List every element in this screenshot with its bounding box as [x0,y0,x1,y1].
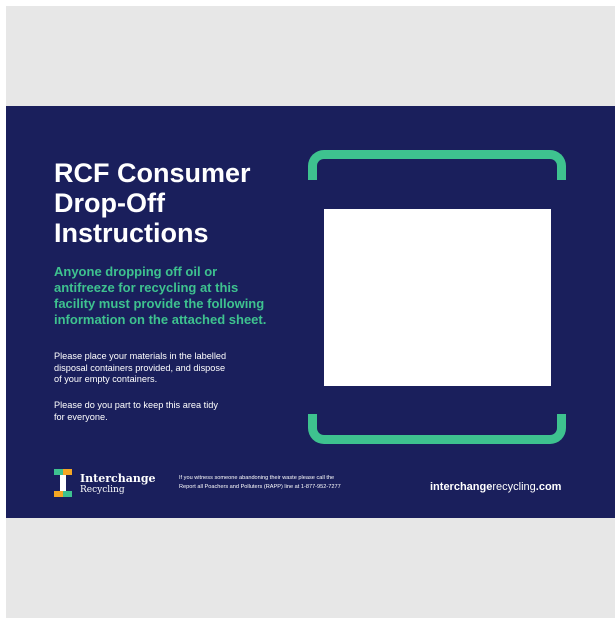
website-part: recycling [492,481,536,493]
paragraph-line: Please do you part to keep this area tid… [54,400,218,410]
title-line: Instructions [54,218,209,248]
title-line: Drop-Off [54,188,165,218]
paragraph-line: for everyone. [54,411,108,422]
drop-off-sign: RCF Consumer Drop-Off Instructions Anyon… [6,106,615,518]
note-line: Report all Poachers and Polluters (RAPP)… [179,484,341,490]
rapp-note: If you witness someone abandoning their … [179,474,409,492]
lead-line: Anyone dropping off oil or [54,264,218,279]
paragraph-line: of your empty containers. [54,374,158,384]
paragraph-line: Please place your materials in the label… [54,351,227,361]
lead-line: information on the attached sheet. [54,312,267,327]
tidy-paragraph: Please do you part to keep this area tid… [54,400,284,423]
lead-text: Anyone dropping off oil or antifreeze fo… [54,264,304,328]
logo-subtitle: Recycling [80,485,125,495]
bracket-top-decoration [308,150,566,180]
interchange-logo: Interchange Recycling [52,467,172,499]
logo-name: Interchange [80,472,156,485]
paragraph-line: disposal containers provided, and dispos… [54,362,226,373]
title-line: RCF Consumer [54,158,251,188]
sign-title: RCF Consumer Drop-Off Instructions [54,158,314,248]
note-line: If you witness someone abandoning their … [179,475,335,481]
website-part: .com [535,481,562,493]
website-part: interchange [430,481,493,493]
lead-line: facility must provide the following [54,296,265,311]
website-url: interchangerecycling.com [430,480,561,494]
attached-sheet-area [324,209,551,386]
lead-line: antifreeze for recycling at this [54,280,239,295]
bracket-bottom-decoration [308,414,566,444]
interchange-logo-icon [54,469,72,497]
instructions-paragraph: Please place your materials in the label… [54,351,284,386]
